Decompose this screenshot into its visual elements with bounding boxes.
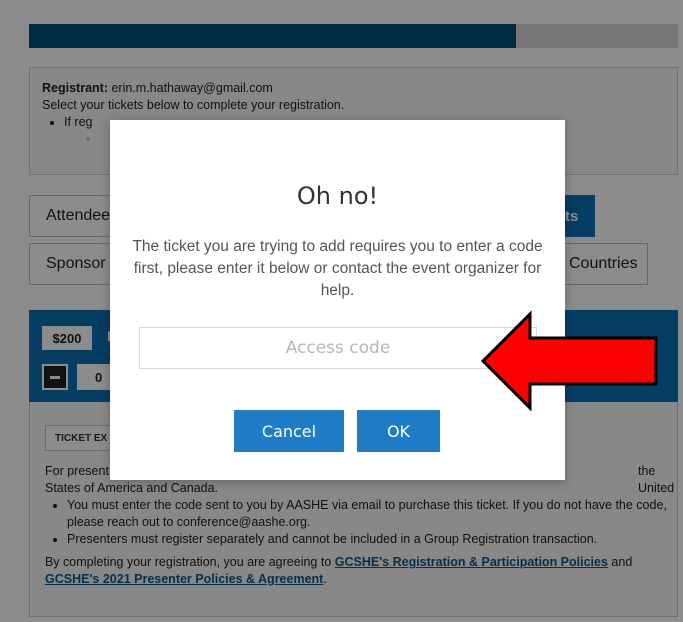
dialog-message: The ticket you are trying to add require… xyxy=(132,238,543,299)
registration-page: Registrant: erin.m.hathaway@gmail.com Se… xyxy=(0,0,683,622)
access-code-dialog: Oh no! The ticket you are trying to add … xyxy=(110,120,565,480)
ok-button[interactable]: OK xyxy=(357,410,440,452)
dialog-title: Oh no! xyxy=(296,182,379,210)
cancel-button[interactable]: Cancel xyxy=(234,410,344,452)
red-left-arrow-icon xyxy=(480,310,658,412)
